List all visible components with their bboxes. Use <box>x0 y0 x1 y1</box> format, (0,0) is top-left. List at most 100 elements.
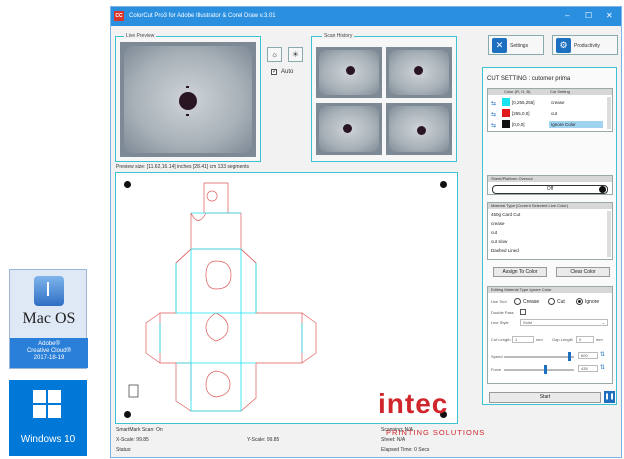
line-style-value: Solid <box>523 320 532 325</box>
force-slider-handle[interactable] <box>544 365 547 374</box>
cut-length-input[interactable]: 1 <box>512 336 534 343</box>
productivity-icon: ⚙ <box>556 38 571 53</box>
row-arrow-icon[interactable]: ⇆ <box>491 111 496 118</box>
auto-checkbox[interactable]: ✓ <box>271 69 277 75</box>
cut-setting-pane: CUT SETTING : cutomer prima Color (R, G,… <box>482 67 617 405</box>
finder-icon <box>34 276 64 306</box>
color-column-header: Color (R, G, B) <box>504 89 531 94</box>
speed-stepper-icon[interactable]: ⇅ <box>600 351 605 358</box>
cut-option-label: Cut <box>557 299 565 305</box>
row-arrow-icon[interactable]: ⇆ <box>491 100 496 107</box>
tools-icon: ✕ <box>492 38 507 53</box>
productivity-button[interactable]: ⚙ Productivity <box>552 35 618 55</box>
windows-badge: Windows 10 <box>9 380 87 456</box>
brightness-up-button[interactable]: ☀ <box>288 47 303 62</box>
start-button[interactable]: Start <box>489 392 601 403</box>
cut-length-label: Cut Length <box>491 337 511 342</box>
windows-label: Windows 10 <box>20 434 76 445</box>
sheet-border-label: Sheet/Platform Overcut <box>488 176 612 182</box>
force-slider[interactable] <box>504 369 574 371</box>
cut-radio[interactable] <box>548 298 555 305</box>
color-table: Color (R, G, B) Cut Setting [0,255,255] … <box>487 88 613 132</box>
sheet-border-toggle[interactable]: Off <box>492 185 608 194</box>
gap-length-label: Gap Length <box>552 337 573 342</box>
cut-setting-column-header: Cut Setting <box>550 89 570 94</box>
double-pass-label: Double Pass <box>491 310 514 315</box>
assign-to-color-button[interactable]: Assign To Color <box>493 267 547 277</box>
cc-years-label: 2017-18-19 <box>33 355 65 361</box>
speed-slider-handle[interactable] <box>568 352 571 361</box>
material-item[interactable]: crease <box>491 221 505 226</box>
scan-history-panel: Scan History <box>311 33 457 162</box>
color-swatch-red <box>502 109 510 117</box>
minimize-button[interactable]: – <box>565 11 569 20</box>
maximize-button[interactable]: ☐ <box>585 11 592 20</box>
row-setting[interactable]: crease <box>551 100 565 105</box>
mac-os-badge: Mac OS Adobe® Creative Cloud® 2017-18-19 <box>9 269 88 369</box>
intec-tagline: PRINTING SOLUTIONS <box>386 428 486 437</box>
cut-preview-canvas[interactable] <box>115 172 458 424</box>
yscale-status: Y-Scale: 99.85 <box>247 437 280 443</box>
row-arrow-icon[interactable]: ⇆ <box>491 122 496 129</box>
settings-button[interactable]: ✕ Settings <box>488 35 544 55</box>
line-style-label: Line Style <box>491 320 509 325</box>
cut-setting-title: CUT SETTING : cutomer prima <box>487 76 571 82</box>
gap-length-input[interactable]: 0 <box>576 336 594 343</box>
material-type-label: Material Type (Current Selected Line Col… <box>488 203 612 209</box>
sheet-border-section: Sheet/Platform Overcut Off <box>487 175 613 195</box>
pause-icon[interactable]: ❚❚ <box>604 391 615 403</box>
creative-cloud-label: Creative Cloud® <box>26 348 72 354</box>
adobe-cc-strip: Adobe® Creative Cloud® 2017-18-19 <box>10 338 88 368</box>
ignore-radio[interactable] <box>576 298 583 305</box>
row-setting[interactable]: Ignore Color <box>551 122 576 127</box>
crease-radio[interactable] <box>514 298 521 305</box>
elapsed-time-status: Elapsed Time: 0 Secs <box>381 447 430 453</box>
productivity-label: Productivity <box>574 43 600 49</box>
smartmark-status: SmartMark Scan: On <box>116 427 163 433</box>
windows-logo-icon <box>33 390 63 420</box>
chevron-down-icon: ⌄ <box>601 320 605 325</box>
material-item[interactable]: cut slow <box>491 239 507 244</box>
editing-label: Editing Material Type Ignore Color <box>488 287 612 293</box>
settings-label: Settings <box>510 43 529 49</box>
speed-input[interactable]: 600 <box>578 352 598 359</box>
row-rgb: [0,0,0] <box>512 122 525 127</box>
crease-option-label: Crease <box>523 299 540 305</box>
material-scrollbar[interactable] <box>607 211 611 257</box>
window-title: ColorCut Pro3 for Adobe Illustrator & Co… <box>129 13 276 19</box>
table-scrollbar[interactable] <box>607 97 611 129</box>
preview-size-info: Preview size: [11.62,16.14] inches [28.4… <box>116 164 250 170</box>
brightness-down-button[interactable]: ☼ <box>267 47 282 62</box>
clear-color-button[interactable]: Clear Color <box>556 267 610 277</box>
auto-label: Auto <box>281 69 294 75</box>
material-item[interactable]: cut <box>491 230 497 235</box>
sheet-status: Sheet: N/A <box>381 437 406 443</box>
title-bar: CC ColorCut Pro3 for Adobe Illustrator &… <box>111 7 621 26</box>
scan-thumbnail-1[interactable] <box>316 47 382 98</box>
scan-thumbnail-3[interactable] <box>316 103 382 155</box>
scan-history-label: Scan History <box>322 33 355 39</box>
live-camera-view <box>120 42 256 157</box>
live-preview-panel: Live Preview <box>115 33 261 162</box>
material-item[interactable]: 450g Card Cut <box>491 212 520 217</box>
xscale-status: X-Scale: 99.85 <box>116 437 149 443</box>
app-logo-icon: CC <box>114 11 124 21</box>
double-pass-checkbox[interactable] <box>520 309 526 315</box>
registration-mark <box>179 92 197 110</box>
row-setting[interactable]: cut <box>551 111 557 116</box>
scan-thumbnail-4[interactable] <box>386 103 452 155</box>
material-item[interactable]: Dashed Lined <box>491 248 519 253</box>
status-text: Status: <box>116 447 132 453</box>
force-stepper-icon[interactable]: ⇅ <box>600 364 605 371</box>
cut-lines <box>128 182 317 412</box>
force-input[interactable]: 435 <box>578 365 598 372</box>
app-window: CC ColorCut Pro3 for Adobe Illustrator &… <box>110 6 622 458</box>
scan-thumbnail-2[interactable] <box>386 47 452 98</box>
speed-slider[interactable] <box>504 356 574 358</box>
line-style-dropdown[interactable]: Solid ⌄ <box>520 319 608 326</box>
speed-label: Speed <box>491 354 503 359</box>
force-label: Force <box>491 367 502 372</box>
gap-length-unit: mm <box>596 337 603 342</box>
close-button[interactable]: ✕ <box>606 11 613 20</box>
ignore-option-label: Ignore <box>585 299 600 305</box>
